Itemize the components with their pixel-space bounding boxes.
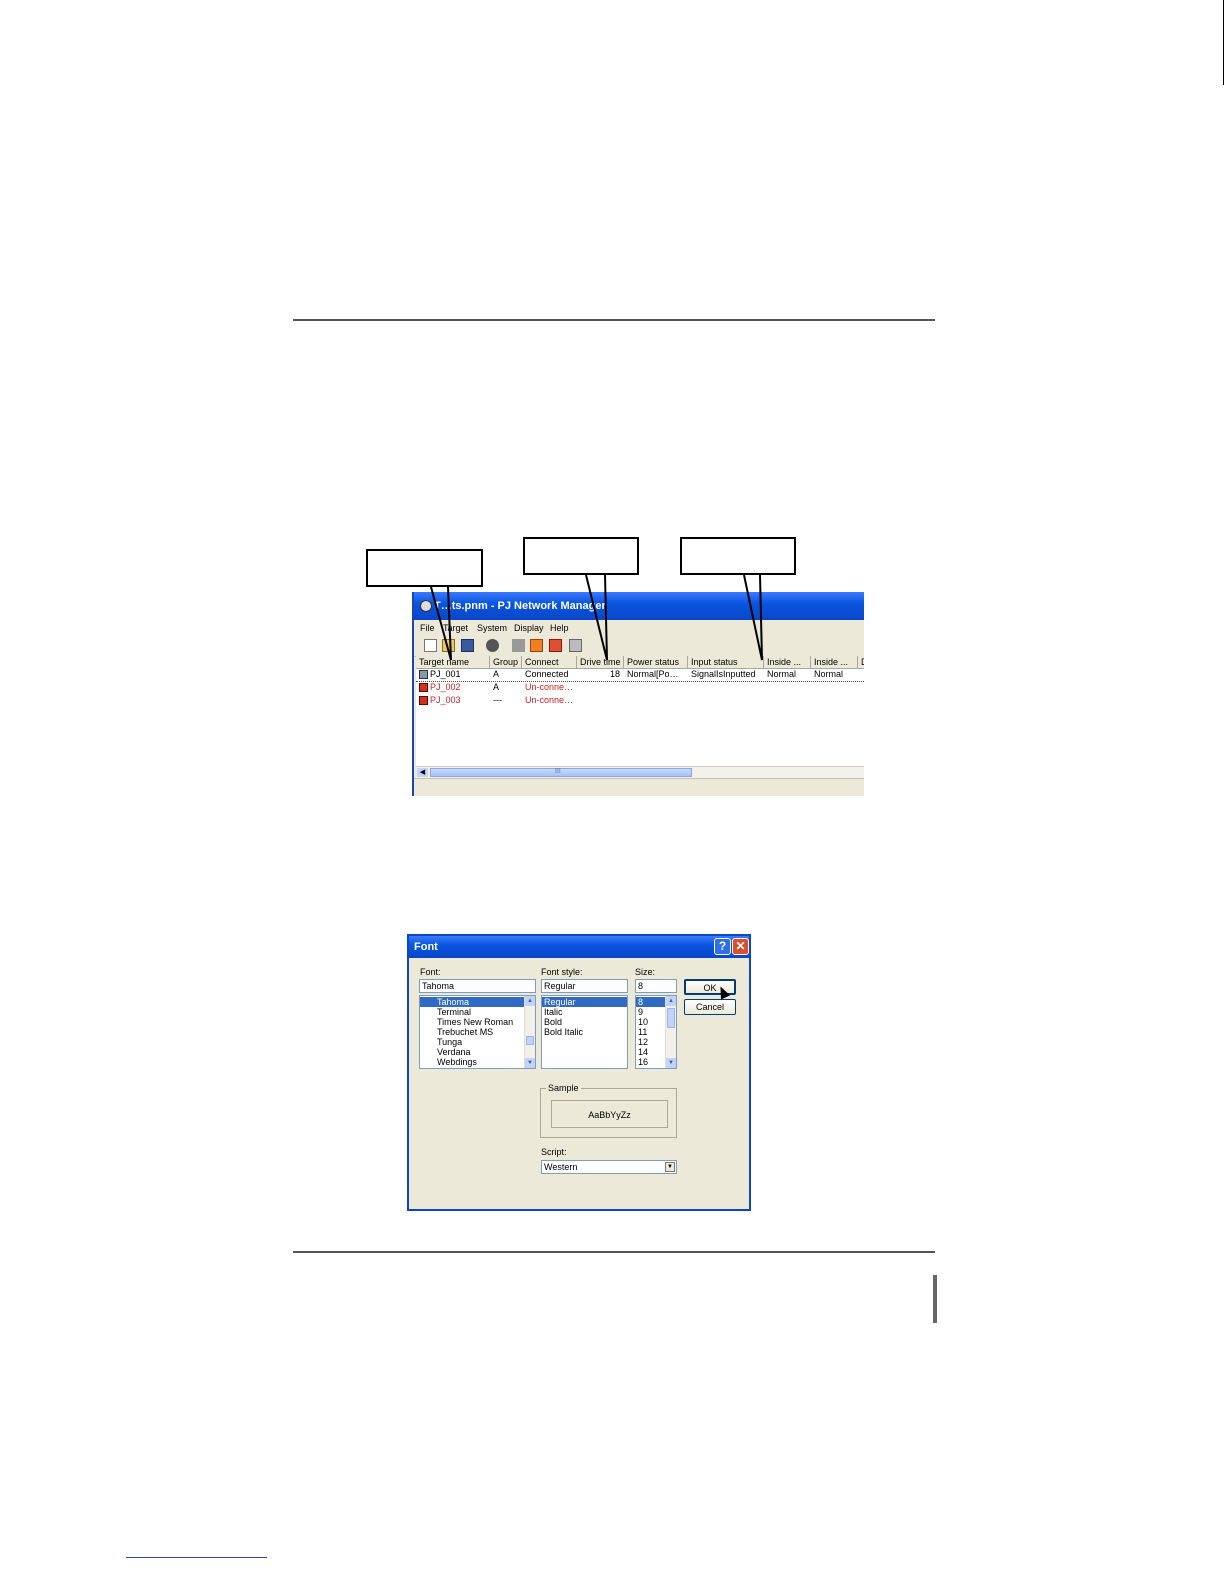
size-input[interactable]: 8 [635, 979, 677, 993]
script-select[interactable]: Western ▼ [541, 1160, 677, 1174]
sample-preview: AaBbYyZz [551, 1100, 668, 1128]
list-item[interactable]: Regular [542, 997, 627, 1008]
scroll-up-icon[interactable]: ▲ [525, 996, 535, 1006]
list-item[interactable]: Webdings [420, 1057, 535, 1067]
callout-pointer-2 [585, 574, 608, 661]
scroll-up-icon[interactable]: ▲ [666, 996, 676, 1006]
size-list-scrollbar[interactable]: ▲ ▼ [665, 996, 676, 1068]
dialog-title: Font [414, 941, 438, 953]
dialog-title-bar: Font ? ✕ [409, 936, 749, 958]
horizontal-scrollbar[interactable]: ◀ III [416, 766, 864, 778]
cancel-button[interactable]: Cancel [684, 999, 736, 1015]
style-input[interactable]: Regular [541, 979, 628, 993]
style-label: Font style: [541, 967, 583, 977]
callout-pointer-3 [743, 574, 763, 661]
scroll-thumb[interactable] [667, 1008, 675, 1028]
help-button[interactable]: ? [714, 938, 731, 955]
page-side-bar [933, 1275, 937, 1323]
font-label: Font: [420, 967, 441, 977]
size-list[interactable]: 8 9 10 11 12 14 16 ▲ ▼ [635, 995, 677, 1069]
scroll-down-icon[interactable]: ▼ [525, 1058, 535, 1068]
list-item[interactable]: Verdana [420, 1047, 535, 1057]
callout-pointers [430, 574, 763, 661]
font-dialog: Font ? ✕ Font: Tahoma Tahoma Terminal Ti… [407, 934, 751, 1211]
scroll-grip: III [555, 768, 561, 775]
font-input[interactable]: Tahoma [419, 979, 536, 993]
list-item[interactable]: Tunga [420, 1037, 535, 1047]
scroll-thumb[interactable]: III [430, 768, 692, 777]
scroll-down-icon[interactable]: ▼ [666, 1058, 676, 1068]
list-item[interactable]: 8 [636, 997, 668, 1008]
list-item[interactable]: Bold [542, 1017, 627, 1027]
font-list-scrollbar[interactable]: ▲ ▼ [524, 996, 535, 1068]
script-label: Script: [541, 1147, 567, 1157]
style-list[interactable]: Regular Italic Bold Bold Italic [541, 995, 628, 1069]
list-item[interactable]: Bold Italic [542, 1027, 627, 1037]
scroll-thumb[interactable] [526, 1036, 534, 1045]
sample-label: Sample [546, 1083, 581, 1093]
scroll-left-icon[interactable]: ◀ [417, 768, 428, 777]
list-item[interactable]: Tahoma [420, 997, 535, 1008]
bottom-rule [293, 1251, 935, 1253]
list-item[interactable]: Times New Roman [420, 1017, 535, 1027]
list-item[interactable]: Trebuchet MS [420, 1027, 535, 1037]
script-value: Western [544, 1162, 578, 1172]
list-item[interactable]: Terminal [420, 1007, 535, 1017]
callout-pointer-1 [430, 586, 452, 661]
status-bar [414, 778, 864, 795]
footer-link-underline [126, 1557, 267, 1558]
list-item[interactable]: Italic [542, 1007, 627, 1017]
font-list[interactable]: Tahoma Terminal Times New Roman Trebuche… [419, 995, 536, 1069]
chevron-down-icon[interactable]: ▼ [665, 1162, 675, 1172]
close-button[interactable]: ✕ [732, 938, 749, 955]
size-label: Size: [635, 967, 656, 977]
